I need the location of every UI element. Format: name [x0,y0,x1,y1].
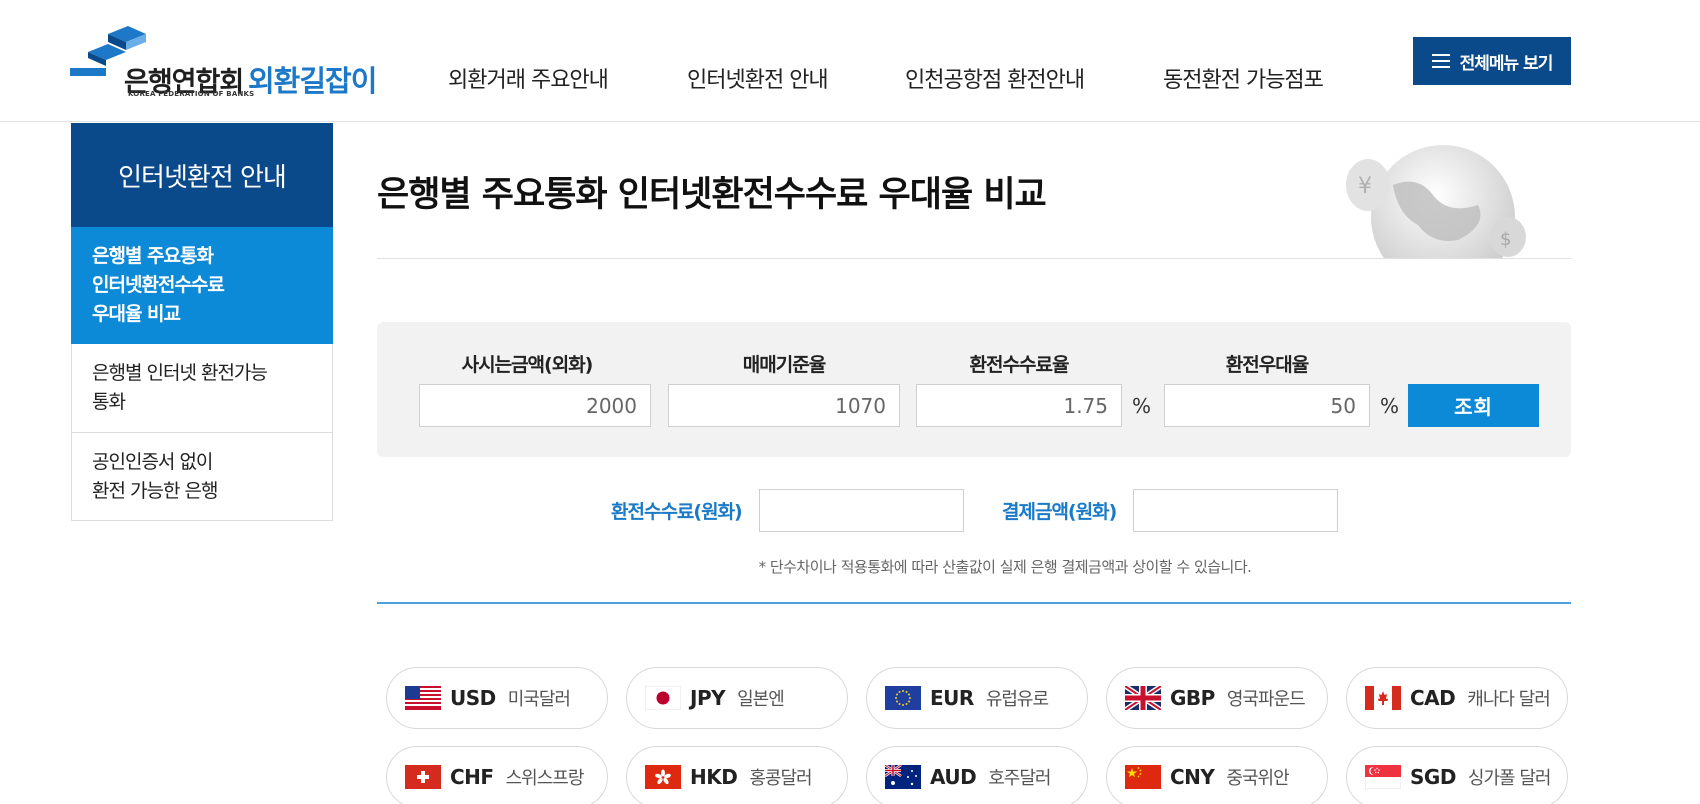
fee-result-field[interactable] [759,489,964,532]
page-title: 은행별 주요통화 인터넷환전수수료 우대율 비교 [377,175,1047,215]
currency-cad-button[interactable]: CAD 캐나다 달러 [1346,667,1568,729]
currency-jpy-button[interactable]: JPY 일본엔 [626,667,848,729]
sidebar-item-label: 공인인증서 없이 환전 가능한 은행 [92,450,218,502]
currency-name: 싱가폴 달러 [1467,768,1552,789]
discount-rate-unit: % [1380,394,1400,418]
nav-forex-guide[interactable]: 외환거래 주요안내 [448,62,609,94]
jp-flag-icon [645,686,681,710]
sidebar-item-available-currencies[interactable]: 은행별 인터넷 환전가능 통화 [71,344,333,433]
currency-name: 영국파운드 [1226,689,1306,710]
exchange-calculator: 사시는금액(외화) 매매기준율 환전수수료율 % 환전우대율 % 조회 [377,322,1571,457]
currency-code: JPY [690,686,726,710]
amount-label: 사시는금액(외화) [461,354,594,376]
currency-code: USD [450,686,496,710]
fee-rate-input[interactable] [916,384,1122,427]
cn-flag-icon [1125,765,1161,789]
all-menu-label: 전체메뉴 보기 [1459,53,1554,74]
currency-code: AUD [930,765,977,789]
sidebar-item-fee-comparison[interactable]: 은행별 주요통화 인터넷환전수수료 우대율 비교 [71,227,333,344]
eu-flag-icon [885,686,921,710]
currency-aud-button[interactable]: AUD 호주달러 [866,746,1088,804]
us-flag-icon [405,686,441,710]
currency-name: 중국위안 [1226,768,1289,789]
gb-flag-icon [1125,686,1161,710]
discount-rate-input[interactable] [1164,384,1370,427]
all-menu-button[interactable]: 전체메뉴 보기 [1413,37,1571,85]
au-flag-icon [885,765,921,789]
currency-name: 홍콩달러 [749,768,812,789]
nav-incheon-airport[interactable]: 인천공항점 환전안내 [905,62,1085,94]
currency-code: EUR [930,686,974,710]
currency-hkd-button[interactable]: HKD 홍콩달러 [626,746,848,804]
calculation-note: * 단수차이나 적용통화에 따라 산출값이 실제 은행 결제금액과 상이할 수 … [758,558,1252,576]
logo-brand: 외환길잡이 [248,64,377,98]
svg-text:¥: ¥ [1358,174,1372,199]
currency-gbp-button[interactable]: GBP 영국파운드 [1106,667,1328,729]
currency-code: CNY [1170,765,1215,789]
amount-input[interactable] [419,384,651,427]
fee-rate-unit: % [1132,394,1152,418]
currency-chf-button[interactable]: CHF 스위스프랑 [386,746,608,804]
currency-sgd-button[interactable]: SGD 싱가폴 달러 [1346,746,1568,804]
currency-code: SGD [1410,765,1456,789]
fee-rate-label: 환전수수료율 [969,354,1070,376]
currency-cny-button[interactable]: CNY 중국위안 [1106,746,1328,804]
currency-name: 미국달러 [507,689,571,710]
currency-code: HKD [690,765,738,789]
payment-result-field[interactable] [1133,489,1338,532]
ch-flag-icon [405,765,441,789]
base-rate-label: 매매기준율 [742,354,826,376]
logo-subtext: KOREA FEDERATION OF BANKS [128,90,255,98]
sidebar-title: 인터넷환전 안내 [71,123,333,227]
currency-eur-button[interactable]: EUR 유럽유로 [866,667,1088,729]
globe-decoration-icon: ¥ $ [1346,145,1526,259]
section-divider [377,602,1571,604]
search-button[interactable]: 조회 [1408,384,1539,427]
base-rate-input[interactable] [668,384,900,427]
sidebar-menu: 은행별 주요통화 인터넷환전수수료 우대율 비교 은행별 인터넷 환전가능 통화… [71,227,333,521]
sidebar-item-no-certificate-banks[interactable]: 공인인증서 없이 환전 가능한 은행 [71,433,333,521]
site-header: 은행연합회 KOREA FEDERATION OF BANKS 외환길잡이 외환… [0,0,1700,122]
currency-code: CAD [1410,686,1456,710]
sidebar-item-label: 은행별 인터넷 환전가능 통화 [92,362,268,413]
ca-flag-icon [1365,686,1401,710]
currency-usd-button[interactable]: USD 미국달러 [386,667,608,729]
fee-result-label: 환전수수료(원화) [611,501,743,523]
sidebar-item-label: 은행별 주요통화 인터넷환전수수료 우대율 비교 [92,244,225,325]
svg-text:$: $ [1500,229,1511,250]
currency-name: 스위스프랑 [505,768,585,789]
hk-flag-icon [645,765,681,789]
currency-code: CHF [450,765,494,789]
currency-name: 호주달러 [988,768,1051,789]
hamburger-icon [1431,54,1450,68]
site-logo[interactable]: 은행연합회 KOREA FEDERATION OF BANKS 외환길잡이 [70,24,380,100]
payment-result-label: 결제금액(원화) [1002,501,1117,523]
sg-flag-icon [1365,765,1401,789]
currency-name: 일본엔 [737,689,785,710]
nav-internet-exchange[interactable]: 인터넷환전 안내 [687,62,829,94]
currency-code: GBP [1170,686,1215,710]
nav-coin-exchange[interactable]: 동전환전 가능점포 [1163,62,1324,94]
title-divider [377,258,1571,259]
currency-name: 유럽유로 [985,689,1049,710]
discount-rate-label: 환전우대율 [1225,354,1309,376]
currency-name: 캐나다 달러 [1467,689,1551,710]
